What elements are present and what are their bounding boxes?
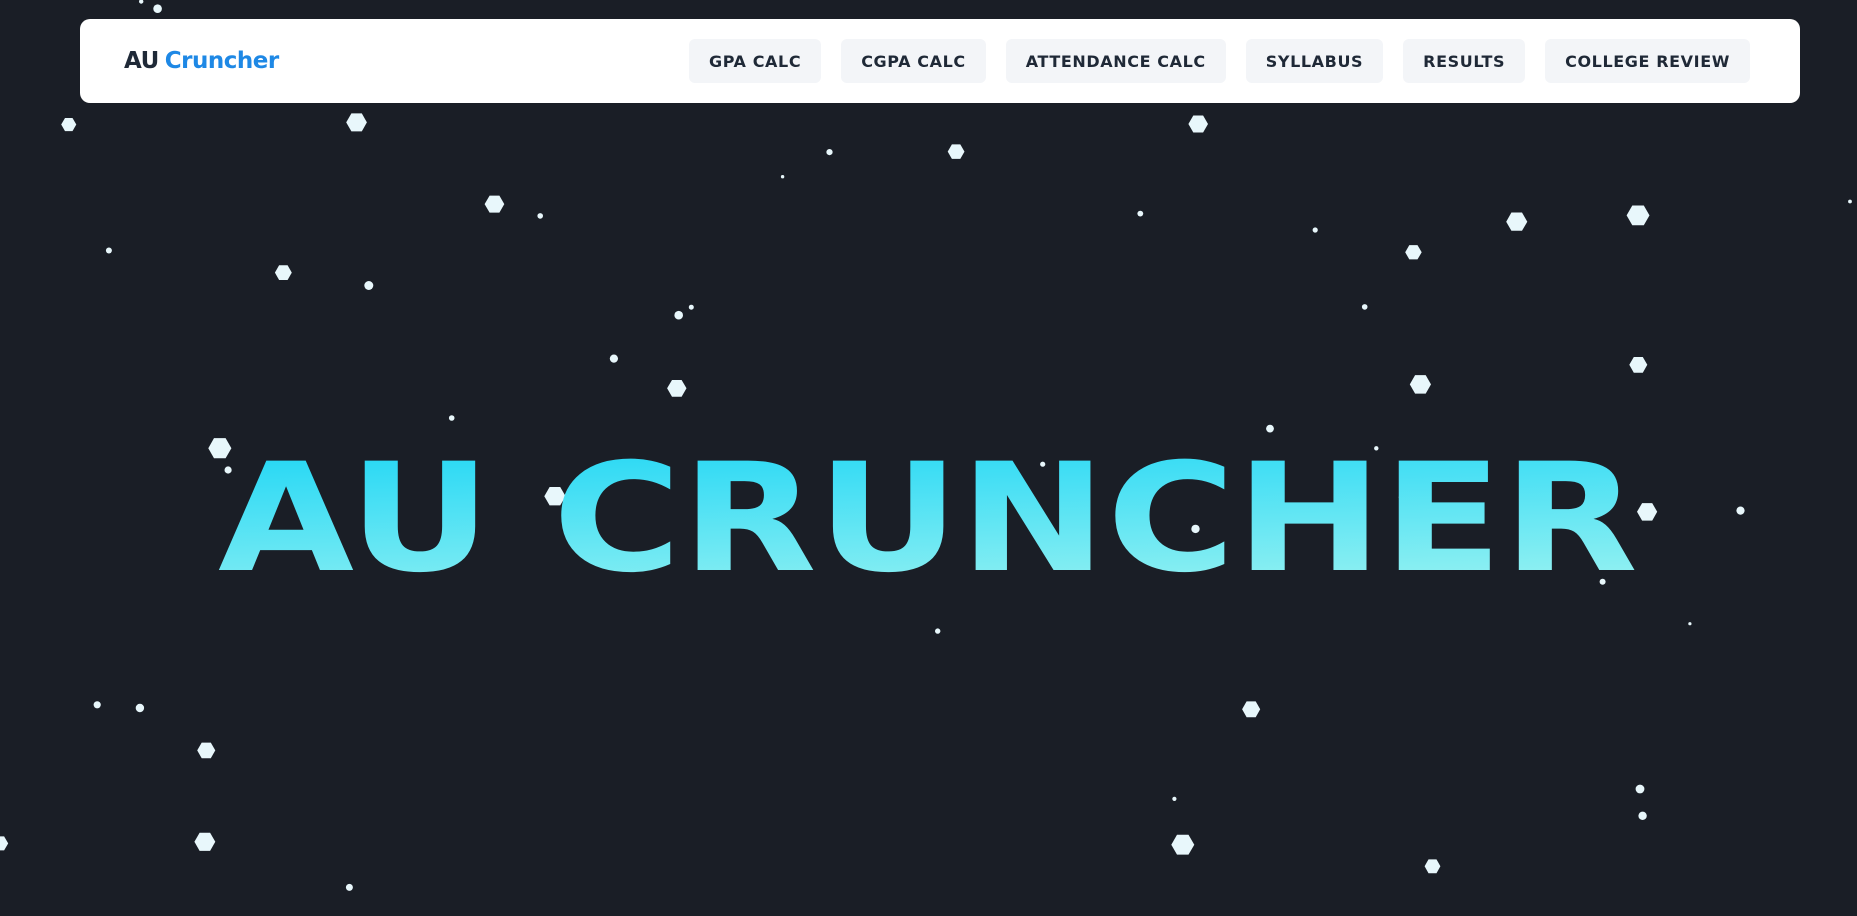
particle-dot bbox=[780, 175, 785, 179]
particle-dot bbox=[1361, 304, 1368, 310]
particle-hexagon bbox=[667, 380, 687, 397]
particle-hexagon bbox=[1506, 212, 1528, 231]
particle-hexagon bbox=[947, 144, 965, 159]
particle-hexagon bbox=[274, 265, 292, 280]
particle-hexagon bbox=[1242, 701, 1261, 718]
particle-hexagon bbox=[1626, 205, 1650, 226]
particle-dot bbox=[1172, 796, 1177, 802]
nav-results[interactable]: RESULTS bbox=[1403, 39, 1526, 83]
particle-hexagon bbox=[1424, 859, 1441, 874]
particle-hexagon bbox=[1171, 834, 1195, 855]
particle-hexagon bbox=[0, 836, 9, 851]
particle-dot bbox=[345, 883, 353, 891]
brand-prefix: AU bbox=[124, 48, 159, 74]
brand-suffix: Cruncher bbox=[164, 48, 279, 74]
particle-dot bbox=[537, 213, 543, 219]
particle-dot bbox=[139, 0, 144, 4]
particle-dot bbox=[826, 149, 833, 156]
hero-title: AU CRUNCHER bbox=[218, 432, 1638, 600]
particle-hexagon bbox=[61, 118, 77, 132]
particle-hexagon bbox=[194, 832, 216, 851]
particle-hexagon bbox=[1188, 115, 1208, 133]
particle-dot bbox=[93, 701, 101, 709]
navbar: AU Cruncher GPA CALC CGPA CALC ATTENDANC… bbox=[80, 19, 1800, 103]
nav-syllabus[interactable]: SYLLABUS bbox=[1245, 39, 1384, 83]
particle-hexagon bbox=[1409, 375, 1431, 394]
particle-dot bbox=[1137, 210, 1144, 217]
nav-college-review[interactable]: COLLEGE REVIEW bbox=[1545, 39, 1750, 83]
particle-hexagon bbox=[346, 113, 367, 132]
particle-dot bbox=[674, 310, 683, 320]
nav-links: GPA CALC CGPA CALC ATTENDANCE CALC SYLLA… bbox=[688, 39, 1750, 83]
hero-banner: AU CRUNCHER bbox=[0, 420, 1857, 600]
particle-hexagon bbox=[1405, 245, 1422, 260]
particle-dot bbox=[1312, 227, 1318, 233]
nav-gpa-calc[interactable]: GPA CALC bbox=[688, 39, 822, 83]
particle-dot bbox=[609, 354, 619, 363]
particle-dot bbox=[153, 4, 162, 13]
particle-dot bbox=[105, 247, 112, 254]
particle-dot bbox=[688, 304, 694, 310]
particle-dot bbox=[935, 628, 941, 634]
nav-cgpa-calc[interactable]: CGPA CALC bbox=[841, 39, 986, 83]
particle-dot bbox=[1688, 622, 1692, 626]
brand-logo[interactable]: AU Cruncher bbox=[124, 48, 279, 74]
particle-hexagon bbox=[1629, 357, 1648, 373]
particle-dot bbox=[135, 703, 145, 713]
particle-dot bbox=[1635, 784, 1645, 794]
particle-hexagon bbox=[484, 195, 505, 213]
particle-dot bbox=[364, 281, 374, 290]
nav-attendance-calc[interactable]: ATTENDANCE CALC bbox=[1005, 39, 1226, 83]
particle-dot bbox=[1848, 199, 1852, 204]
particle-hexagon bbox=[197, 742, 216, 759]
particle-dot bbox=[1638, 811, 1647, 820]
